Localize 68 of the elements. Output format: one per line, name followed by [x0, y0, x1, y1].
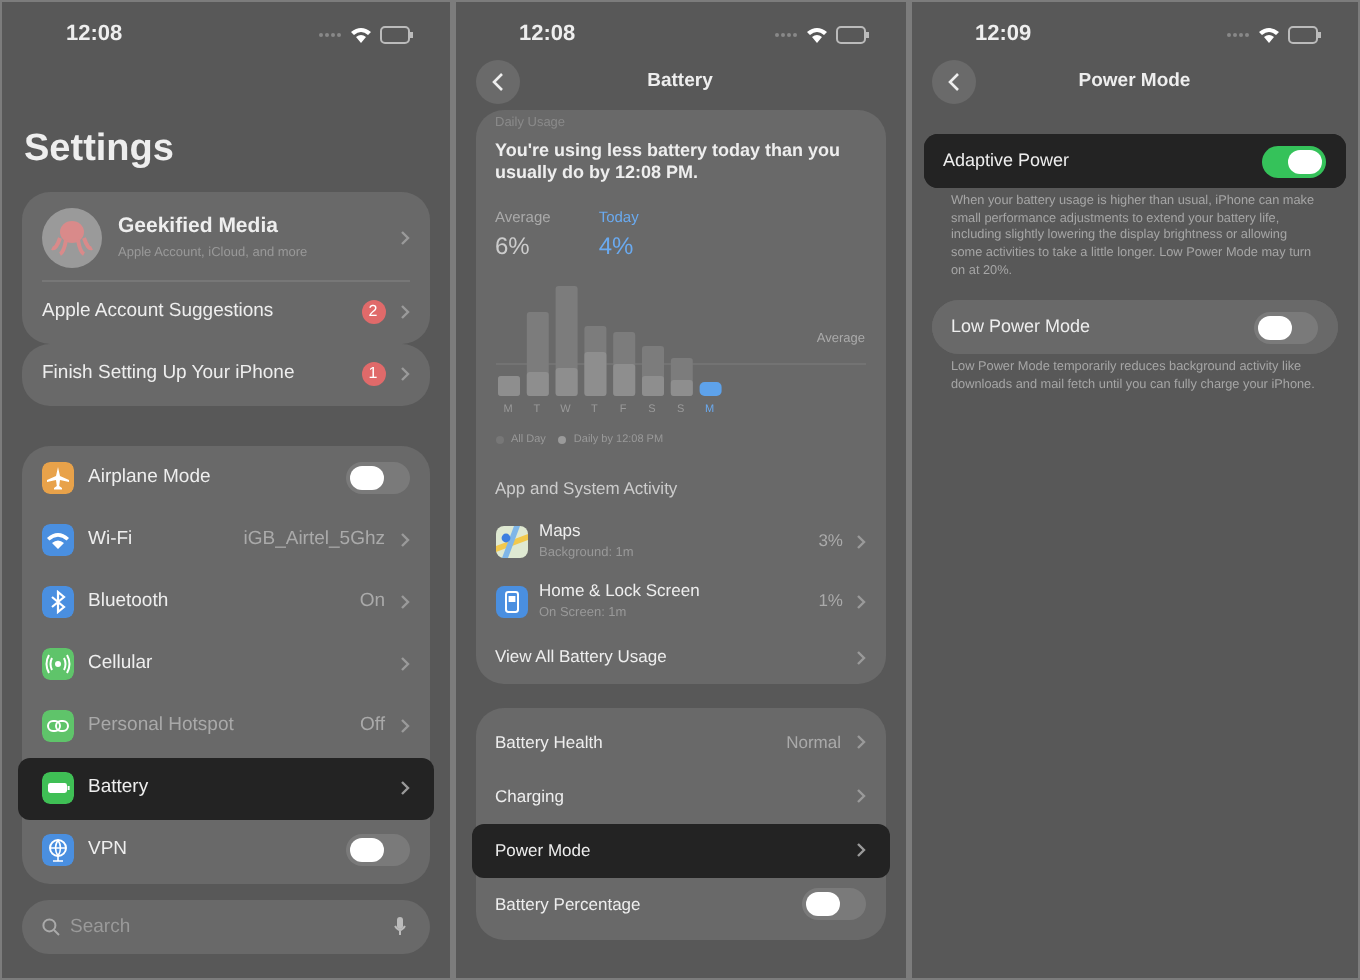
settings-row[interactable]: VPN	[22, 819, 429, 881]
settings-row[interactable]: Battery	[18, 757, 433, 819]
settings-row[interactable]: Charging	[475, 769, 885, 824]
chevron-icon	[855, 593, 865, 610]
stat-value: 4%	[598, 230, 636, 265]
wifi-icon	[805, 25, 827, 43]
section-title: App and System Activity	[495, 475, 680, 502]
settings-row[interactable]: Cellular	[22, 633, 429, 695]
signal-icon	[1226, 31, 1250, 37]
toggle-switch[interactable]	[801, 888, 865, 921]
notification-badge: 1	[361, 362, 385, 386]
search-icon	[42, 917, 60, 935]
chevron-icon	[399, 366, 409, 382]
app-name: Home & Lock Screen	[539, 578, 702, 605]
toggle-switch[interactable]	[345, 834, 409, 866]
suggestions-row[interactable]: Apple Account Suggestions 2	[22, 281, 429, 343]
chevron-icon	[855, 788, 865, 805]
setup-row[interactable]: Finish Setting Up Your iPhone 1	[22, 343, 429, 405]
back-button[interactable]	[475, 60, 519, 104]
view-all-row[interactable]: View All Battery Usage	[495, 631, 865, 684]
status-time: 12:08	[66, 19, 123, 50]
settings-row[interactable]: Bluetooth On	[22, 571, 429, 633]
legend-dot	[557, 435, 566, 444]
chevron-icon	[399, 656, 409, 672]
settings-row[interactable]: Battery Health Normal	[475, 715, 885, 770]
chevron-icon	[399, 718, 409, 734]
stat-value: 6%	[495, 230, 532, 265]
chevron-icon	[855, 842, 865, 859]
settings-row[interactable]: Power Mode	[471, 823, 889, 878]
toggle-switch[interactable]	[1254, 311, 1318, 344]
account-name: Geekified Media	[118, 211, 280, 242]
screen-title: Battery	[647, 69, 713, 92]
chevron-icon	[947, 72, 959, 92]
chevron-icon	[399, 304, 409, 320]
chevron-icon	[399, 594, 409, 610]
battery-icon	[379, 25, 413, 43]
battery-icon	[1288, 25, 1322, 43]
wifi-icon	[349, 25, 371, 43]
usage-message: You're using less battery today than you usually do by 12:08 PM.	[495, 139, 843, 187]
screen-title: Power Mode	[1078, 69, 1191, 92]
settings-row[interactable]: Low Power Mode	[931, 300, 1338, 355]
signal-icon	[317, 31, 341, 37]
phone-screen-icon	[495, 585, 527, 618]
toggle-switch[interactable]	[345, 462, 409, 494]
status-time: 12:09	[975, 19, 1032, 50]
signal-icon	[773, 31, 797, 37]
chevron-icon	[855, 649, 865, 666]
chevron-icon	[399, 780, 409, 796]
settings-row[interactable]: Adaptive Power	[923, 134, 1346, 188]
chevron-icon	[855, 533, 865, 550]
chevron-icon	[399, 532, 409, 548]
toggle-switch[interactable]	[1262, 145, 1326, 177]
map-icon	[495, 525, 527, 558]
avatar-icon	[42, 207, 102, 267]
chevron-icon	[399, 229, 409, 245]
chevron-icon	[491, 72, 503, 92]
settings-row[interactable]: Airplane Mode	[22, 447, 429, 509]
app-name: Maps	[539, 518, 583, 545]
microphone-icon	[393, 915, 405, 935]
notification-badge: 2	[361, 300, 385, 324]
battery-icon	[835, 25, 869, 43]
back-button[interactable]	[931, 60, 975, 104]
status-time: 12:08	[519, 19, 576, 50]
settings-row[interactable]: Battery Percentage	[475, 877, 885, 932]
chevron-icon	[855, 734, 865, 751]
wifi-icon	[1258, 25, 1280, 43]
settings-row[interactable]: Wi-Fi iGB_Airtel_5Ghz	[22, 509, 429, 571]
page-title: Settings	[24, 126, 176, 174]
